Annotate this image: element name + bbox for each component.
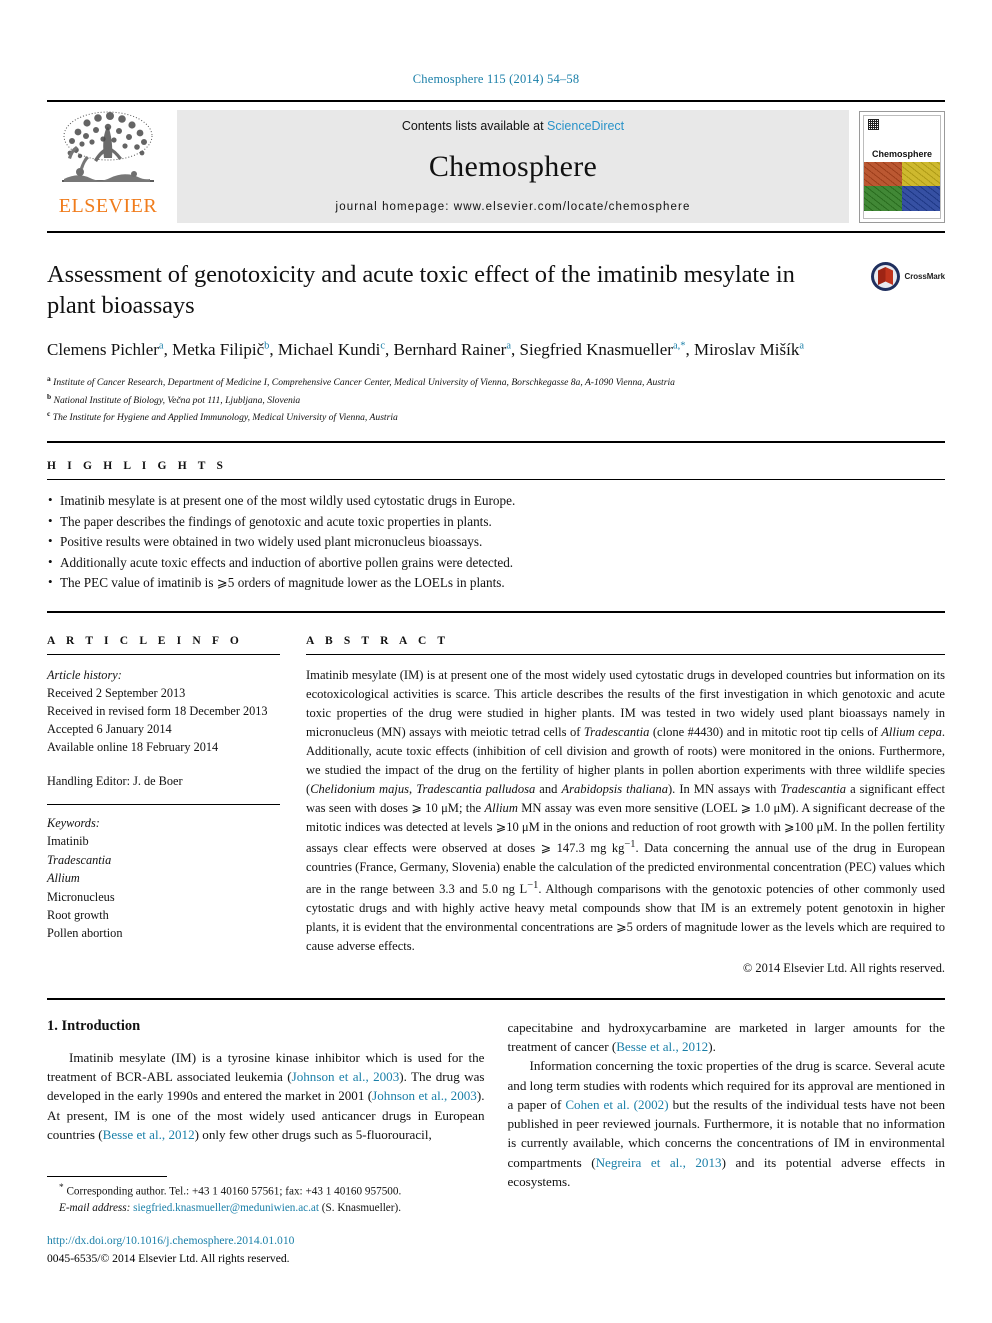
journal-citation-line: Chemosphere 115 (2014) 54–58 <box>412 72 580 86</box>
abstract-heading: A B S T R A C T <box>306 634 450 647</box>
highlight-item: The PEC value of imatinib is ⩾5 orders o… <box>47 572 945 593</box>
keywords-list: Imatinib Tradescantia Allium Micronucleus Ro… <box>47 832 280 943</box>
info-abstract-row: A R T I C L E I N F O Article history: R… <box>47 635 945 976</box>
cover-bottom-strip <box>864 210 940 218</box>
keywords-label: Keywords: <box>47 815 100 830</box>
article-history-item: Accepted 6 January 2014 <box>47 722 172 737</box>
journal-cover-thumbnail: Chemosphere <box>859 110 945 223</box>
crossmark-icon <box>870 262 900 291</box>
intro-paragraph-right-2: Information concerning the toxic propert… <box>507 1058 946 1189</box>
cover-journal-name: Chemosphere <box>871 149 933 160</box>
corresponding-author-note: * Corresponding author. Tel.: +43 1 4016… <box>59 1183 402 1198</box>
introduction-heading: 1. Introduction <box>47 1017 141 1034</box>
handling-editor: Handling Editor: J. de Boer <box>47 773 183 788</box>
email-address-note: E-mail address: siegfried.knasmueller@me… <box>59 1201 402 1214</box>
cover-top-panel: Chemosphere <box>864 115 940 163</box>
elsevier-wordmark: ELSEVIER <box>58 195 158 217</box>
issn-copyright-line: 0045-6535/© 2014 Elsevier Ltd. All right… <box>47 1251 290 1265</box>
author-name: Clemens Pichlera <box>47 339 164 359</box>
highlights-list: Imatinib mesylate is at present one of t… <box>47 490 945 593</box>
author-name: Miroslav Mišíka <box>694 339 804 359</box>
article-info-rule <box>47 653 280 655</box>
article-history-item: Received in revised form 18 December 201… <box>47 704 268 719</box>
keyword-item: Root growth <box>47 907 109 922</box>
body-column-right: capecitabine and hydroxycarbamine are ma… <box>508 1018 946 1191</box>
affiliation-item: a Institute of Cancer Research, Departme… <box>47 374 675 389</box>
cover-leaf-grid <box>864 162 940 211</box>
article-history-lines: Received 2 September 2013 Received in rev… <box>47 684 280 757</box>
doi-block: http://dx.doi.org/10.1016/j.chemosphere.… <box>47 1232 467 1267</box>
elsevier-tree-icon <box>62 111 154 182</box>
intro-paragraph-right-1: capecitabine and hydroxycarbamine are ma… <box>507 1019 946 1055</box>
divider-after-highlights <box>47 610 945 613</box>
page-title: Assessment of genotoxicity and acute tox… <box>47 261 795 320</box>
keyword-item: Pollen abortion <box>47 926 123 941</box>
doi-link[interactable]: http://dx.doi.org/10.1016/j.chemosphere.… <box>47 1232 467 1249</box>
abstract-rule <box>306 653 945 655</box>
article-history-block: Article history: Received 2 September 20… <box>47 666 280 790</box>
title-block: Assessment of genotoxicity and acute tox… <box>47 259 945 425</box>
journal-masthead: ELSEVIER Contents lists available at Sci… <box>47 100 945 233</box>
affiliation-item: c The Institute for Hygiene and Applied … <box>47 409 398 424</box>
highlights-section: H I G H L I G H T S Imatinib mesylate is… <box>47 460 945 593</box>
journal-title: Chemosphere <box>428 150 598 183</box>
author-affiliation-marker: b <box>264 340 270 352</box>
cover-quadrant-green <box>864 186 902 211</box>
crossmark-label: CrossMark <box>904 272 946 281</box>
article-info-column: A R T I C L E I N F O Article history: R… <box>47 635 280 976</box>
divider-after-authors <box>47 441 945 444</box>
keyword-item: Allium <box>47 871 80 886</box>
sciencedirect-link[interactable]: ScienceDirect <box>547 119 624 133</box>
body-columns: 1. Introduction Imatinib mesylate (IM) i… <box>47 1018 945 1191</box>
highlight-item: Imatinib mesylate is at present one of t… <box>47 490 945 511</box>
crossmark-badge[interactable]: CrossMark <box>870 261 945 292</box>
author-list: Clemens Pichlera, Metka Filipičb, Michae… <box>47 339 804 359</box>
article-history-label: Article history: <box>47 667 122 682</box>
author-name: Siegfried Knasmuellera,* <box>519 339 686 359</box>
highlight-item: Additionally acute toxic effects and ind… <box>47 552 945 573</box>
divider-after-abstract <box>47 997 945 1000</box>
keywords-block: Keywords: Imatinib Tradescantia Allium Micr… <box>47 814 280 943</box>
footnote-block: * Corresponding author. Tel.: +43 1 4016… <box>47 1176 467 1267</box>
affiliation-item: b National Institute of Biology, Večna p… <box>47 391 301 406</box>
author-name: Michael Kundic <box>277 339 386 359</box>
qr-code-icon <box>868 118 879 130</box>
journal-homepage-url[interactable]: journal homepage: www.elsevier.com/locat… <box>336 201 691 213</box>
footnote-rule <box>47 1176 167 1177</box>
article-history-item: Received 2 September 2013 <box>47 685 186 700</box>
cover-quadrant-yellow <box>902 162 940 187</box>
contents-available-line: Contents lists available at ScienceDirec… <box>402 119 624 133</box>
cover-quadrant-blue <box>902 186 940 211</box>
highlights-rule <box>47 479 945 481</box>
article-history-item: Available online 18 February 2014 <box>47 740 219 755</box>
abstract-column: A B S T R A C T Imatinib mesylate (IM) i… <box>306 635 945 976</box>
author-affiliation-marker: c <box>380 340 386 352</box>
abstract-text: Imatinib mesylate (IM) is at present one… <box>306 667 945 953</box>
author-affiliation-marker: a <box>506 340 512 352</box>
article-info-heading: A R T I C L E I N F O <box>47 634 243 647</box>
keyword-item: Micronucleus <box>47 889 115 904</box>
keyword-item: Imatinib <box>47 834 89 849</box>
author-name: Bernhard Rainera <box>393 339 512 359</box>
author-affiliation-marker: a <box>158 340 164 352</box>
elsevier-logo: ELSEVIER <box>47 102 169 231</box>
body-column-left: 1. Introduction Imatinib mesylate (IM) i… <box>47 1018 485 1191</box>
highlight-item: The paper describes the findings of geno… <box>47 511 945 532</box>
abstract-copyright: © 2014 Elsevier Ltd. All rights reserved… <box>742 960 945 975</box>
highlight-item: Positive results were obtained in two wi… <box>47 531 945 552</box>
keyword-item: Tradescantia <box>47 852 112 867</box>
cover-quadrant-orange <box>864 162 902 187</box>
paper-page: Chemosphere 115 (2014) 54–58 ELSEVIER Co… <box>0 0 992 1323</box>
intro-paragraph-left: Imatinib mesylate (IM) is a tyrosine kin… <box>47 1049 485 1142</box>
author-affiliation-marker: a,* <box>672 340 686 352</box>
author-affiliation-marker: a <box>799 340 804 352</box>
sciencedirect-banner: Contents lists available at ScienceDirec… <box>177 110 849 223</box>
highlights-heading: H I G H L I G H T S <box>47 460 228 473</box>
author-name: Metka Filipičb <box>172 339 270 359</box>
keywords-rule <box>47 803 280 805</box>
affiliation-list: a Institute of Cancer Research, Departme… <box>47 373 945 425</box>
cover-inner-frame: Chemosphere <box>863 114 941 219</box>
contents-prefix: Contents lists available at <box>401 119 548 133</box>
